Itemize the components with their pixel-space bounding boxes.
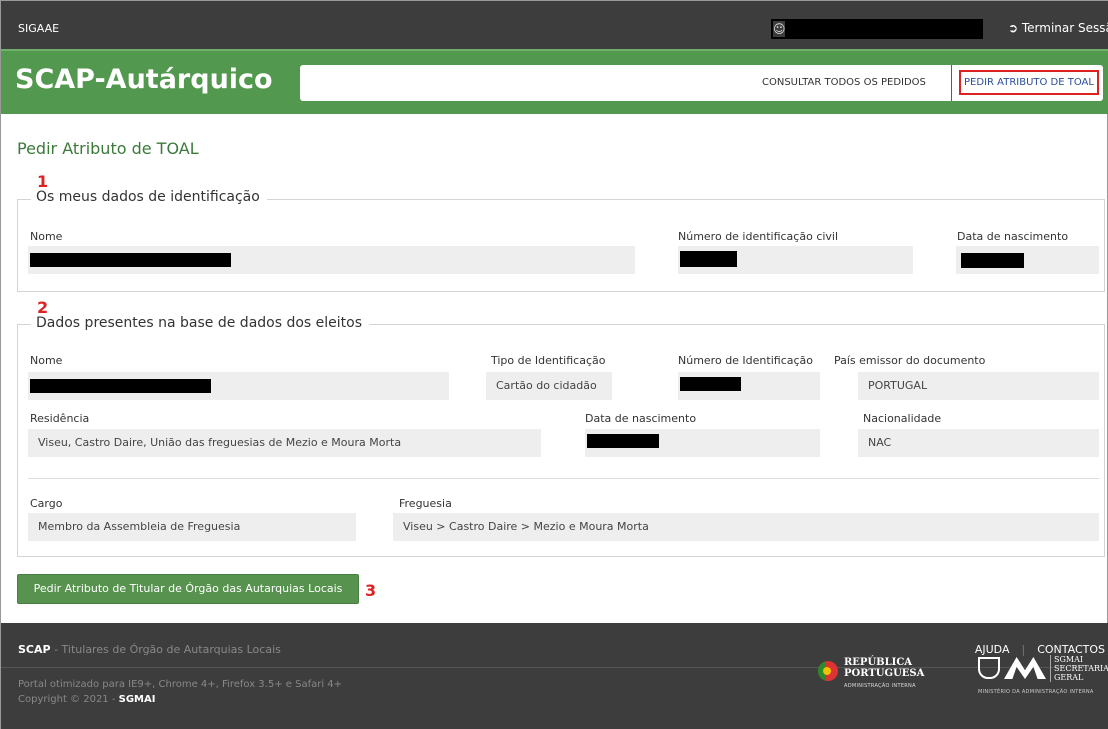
- browser-support-text: Portal otimizado para IE9+, Chrome 4+, F…: [18, 679, 343, 690]
- request-toal-attribute-button[interactable]: Pedir Atributo de Titular de Órgão das A…: [17, 574, 359, 604]
- footer: SCAP - Titulares de Órgão de Autarquias …: [1, 623, 1108, 729]
- redacted-name: [30, 253, 231, 267]
- logo-rp-text: REPÚBLICA PORTUGUESA: [844, 657, 924, 679]
- label-id-number: Número de Identificação: [678, 354, 814, 367]
- nav-request-toal[interactable]: PEDIR ATRIBUTO DE TOAL: [959, 70, 1099, 95]
- label-role: Cargo: [30, 497, 63, 510]
- residence-field: Viseu, Castro Daire, União das freguesia…: [28, 429, 541, 457]
- label-elected-name: Nome: [30, 354, 63, 367]
- label-nationality: Nacionalidade: [863, 412, 942, 425]
- main-nav: CONSULTAR TODOS OS PEDIDOS PEDIR ATRIBUT…: [300, 65, 1103, 101]
- elected-name-field: [28, 372, 449, 400]
- nationality-field: NAC: [858, 429, 1099, 457]
- label-residence: Residência: [30, 412, 90, 425]
- copyright-owner: SGMAI: [118, 694, 156, 705]
- top-bar: SIGAAE ☺ ➲ Terminar Sessão: [1, 1, 1108, 49]
- redacted-birth-date: [961, 253, 1024, 268]
- user-icon: ☺: [773, 21, 786, 37]
- label-civil-id: Número de identificação civil: [678, 230, 839, 243]
- redacted-civil-id: [680, 251, 737, 267]
- sgmai-mark-icon: [1004, 657, 1046, 679]
- footer-brand: SCAP - Titulares de Órgão de Autarquias …: [18, 643, 281, 656]
- label-issuing-country: País emissor do documento: [834, 354, 986, 367]
- redacted-id-number: [680, 377, 741, 391]
- footer-brand-suffix: - Titulares de Órgão de Autarquias Locai…: [50, 643, 281, 656]
- copyright-text: Copyright © 2021 - SGMAI: [18, 692, 342, 707]
- role-field: Membro da Assembleia de Freguesia: [28, 513, 356, 541]
- logout-button[interactable]: ➲ Terminar Sessão: [1008, 21, 1108, 35]
- section1-legend: Os meus dados de identificação: [31, 189, 267, 205]
- id-type-field: Cartão do cidadão: [486, 372, 612, 400]
- section-divider: [28, 478, 1099, 479]
- parish-field: Viseu > Castro Daire > Mezio e Moura Mor…: [393, 513, 1099, 541]
- section2-legend: Dados presentes na base de dados dos ele…: [31, 315, 370, 331]
- civil-id-field: [678, 246, 913, 274]
- birth-date-field: [956, 246, 1099, 274]
- logo-rp-line2: PORTUGUESA: [844, 668, 925, 679]
- label-name: Nome: [30, 230, 63, 243]
- name-field: [28, 246, 635, 274]
- issuing-country-field: PORTUGAL: [858, 372, 1099, 400]
- elected-birth-date-field: [585, 429, 820, 457]
- logout-label: Terminar Sessão: [1021, 21, 1108, 35]
- user-name-redacted: ☺: [771, 19, 983, 39]
- footer-brand-name: SCAP: [18, 643, 51, 656]
- portugal-emblem-icon: [818, 661, 838, 681]
- copyright-label: Copyright © 2021 -: [18, 694, 119, 705]
- logo-sg-line3: GERAL: [1054, 673, 1084, 682]
- nav-consult-all-requests[interactable]: CONSULTAR TODOS OS PEDIDOS: [762, 65, 926, 101]
- logo-sg-line1: SGMAI: [1054, 655, 1083, 664]
- app-header: SCAP-Autárquico CONSULTAR TODOS OS PEDID…: [1, 49, 1108, 114]
- footer-divider: [1, 667, 1108, 668]
- annotation-marker-3: 3: [365, 581, 377, 600]
- app-title[interactable]: SCAP-Autárquico: [15, 64, 273, 95]
- label-parish: Freguesia: [399, 497, 452, 510]
- label-birth-date: Data de nascimento: [957, 230, 1069, 243]
- logo-sg-line2: SECRETARIA: [1054, 664, 1108, 673]
- page-title: Pedir Atributo de TOAL: [17, 139, 199, 158]
- system-brand: SIGAAE: [18, 22, 60, 35]
- label-id-type: Tipo de Identificação: [491, 354, 606, 367]
- sgmai-logo: SGMAI SECRETARIA GERAL MINISTÉRIO DA ADMIN…: [978, 653, 1108, 703]
- redacted-elected-name: [30, 379, 211, 393]
- logo-rp-sub: ADMINISTRAÇÃO INTERNA: [844, 683, 916, 689]
- logo-rp-line1: REPÚBLICA: [844, 657, 913, 668]
- label-elected-birth-date: Data de nascimento: [585, 412, 697, 425]
- id-number-field: [678, 372, 820, 400]
- shield-icon: [978, 657, 1000, 679]
- footer-info: Portal otimizado para IE9+, Chrome 4+, F…: [18, 677, 342, 707]
- logo-sg-text: SGMAI SECRETARIA GERAL: [1050, 655, 1108, 682]
- nav-divider: [951, 65, 952, 101]
- redacted-elected-birth-date: [587, 434, 659, 448]
- republica-portuguesa-logo: REPÚBLICA PORTUGUESA ADMINISTRAÇÃO INTERN…: [818, 653, 938, 703]
- logo-sg-sub: MINISTÉRIO DA ADMINISTRAÇÃO INTERNA: [978, 689, 1094, 695]
- logout-icon: ➲: [1008, 21, 1022, 35]
